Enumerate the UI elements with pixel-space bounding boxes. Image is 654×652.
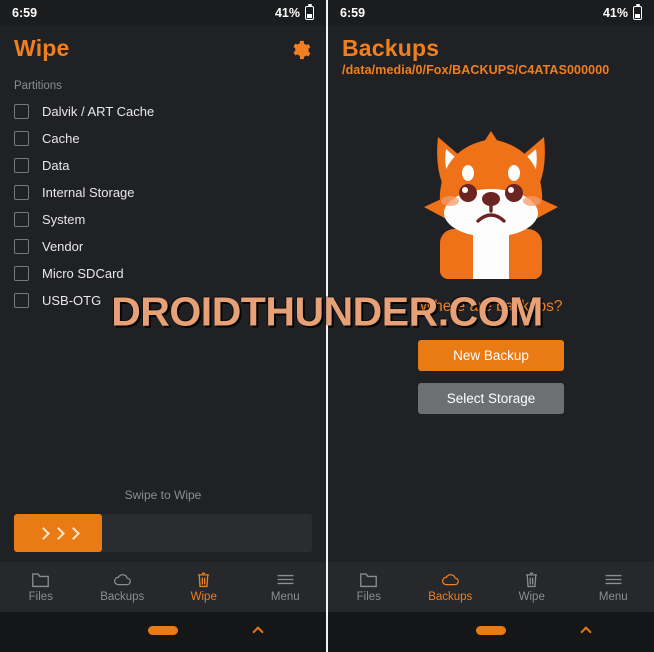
swipe-thumb-handle[interactable] (14, 514, 102, 552)
app-root: 6:59 41% Wipe Partitions Dalvik / ART Ca… (0, 0, 654, 652)
partition-label: Cache (42, 130, 80, 146)
partition-row[interactable]: USB-OTG (0, 287, 326, 314)
nav-item-backups[interactable]: Backups (82, 571, 164, 603)
nav-item-wipe[interactable]: Wipe (491, 571, 573, 603)
select-storage-button[interactable]: Select Storage (418, 382, 564, 414)
nav-item-files[interactable]: Files (328, 571, 410, 603)
home-pill-icon[interactable] (476, 626, 506, 635)
home-pill-icon[interactable] (148, 626, 178, 635)
nav-label: Wipe (190, 591, 217, 603)
backups-app-bar: Backups /data/media/0/Fox/BACKUPS/C4ATAS… (328, 26, 654, 89)
partition-label: USB-OTG (42, 292, 102, 308)
chevron-right-icon (66, 526, 80, 540)
sad-fox-mascot (424, 130, 558, 279)
nav-label: Wipe (518, 591, 545, 603)
backups-screen-panel: 6:59 41% Backups /data/media/0/Fox/BACKU… (328, 0, 654, 652)
nav-label: Backups (100, 591, 145, 603)
partition-row[interactable]: Vendor (0, 233, 326, 260)
left-spacer (0, 314, 326, 488)
partition-checkbox[interactable] (14, 157, 29, 173)
partition-row[interactable]: Cache (0, 125, 326, 152)
page-title: Backups (342, 35, 440, 61)
backup-path-label: /data/media/0/Fox/BACKUPS/C4ATAS000000 (342, 62, 610, 77)
nav-label: Menu (598, 591, 628, 603)
bottom-navigation: Files Backups Wipe Menu (328, 562, 654, 612)
folder-icon (360, 573, 378, 588)
cloud-icon (441, 574, 459, 586)
partitions-list: Dalvik / ART Cache Cache Data Internal S… (0, 96, 326, 314)
trash-icon (526, 572, 538, 588)
chevron-up-icon[interactable] (252, 626, 264, 638)
nav-item-wipe[interactable]: Wipe (163, 571, 245, 603)
nav-label: Files (28, 591, 53, 603)
partition-row[interactable]: Data (0, 152, 326, 179)
new-backup-button[interactable]: New Backup (418, 339, 564, 371)
nav-label: Files (356, 591, 381, 603)
gesture-bar (328, 612, 654, 652)
nav-item-menu[interactable]: Menu (245, 571, 327, 603)
status-bar-right: 41% (602, 3, 642, 20)
status-bar: 6:59 41% (328, 0, 654, 26)
swipe-to-wipe-label: Swipe to Wipe (124, 488, 202, 502)
partition-checkbox[interactable] (14, 238, 29, 254)
status-bar-time: 6:59 (340, 6, 366, 20)
partition-label: Data (42, 157, 70, 173)
chevron-up-icon[interactable] (580, 626, 592, 638)
partition-row[interactable]: System (0, 206, 326, 233)
cloud-icon (113, 574, 131, 586)
gear-icon[interactable] (290, 39, 312, 61)
battery-icon (305, 3, 314, 20)
status-bar-time: 6:59 (12, 6, 38, 20)
partition-label: Micro SDCard (42, 265, 124, 281)
partition-checkbox[interactable] (14, 265, 29, 281)
partition-label: Vendor (42, 238, 84, 254)
partition-checkbox[interactable] (14, 184, 29, 200)
battery-percent-label: 41% (602, 6, 628, 20)
chevron-right-icon (36, 526, 50, 540)
backups-header-text: Backups /data/media/0/Fox/BACKUPS/C4ATAS… (342, 35, 610, 77)
bottom-navigation: Files Backups Wipe Menu (0, 562, 326, 612)
hamburger-icon (277, 574, 294, 585)
backups-empty-state: Where are backups? New Backup Select Sto… (328, 89, 654, 562)
partition-label: Internal Storage (42, 184, 135, 200)
partition-row[interactable]: Internal Storage (0, 179, 326, 206)
nav-label: Backups (428, 591, 473, 603)
nav-item-files[interactable]: Files (0, 571, 82, 603)
partition-checkbox[interactable] (14, 292, 29, 308)
trash-icon (198, 572, 210, 588)
nav-item-menu[interactable]: Menu (573, 571, 654, 603)
battery-percent-label: 41% (274, 6, 300, 20)
battery-icon (633, 3, 642, 20)
empty-state-message: Where are backups? (419, 297, 563, 315)
folder-icon (32, 573, 50, 588)
partition-checkbox[interactable] (14, 103, 29, 119)
nav-item-backups[interactable]: Backups (410, 571, 492, 603)
gesture-bar (0, 612, 326, 652)
partition-label: System (42, 211, 86, 227)
partition-label: Dalvik / ART Cache (42, 103, 155, 119)
partition-row[interactable]: Micro SDCard (0, 260, 326, 287)
status-bar-right: 41% (274, 3, 314, 20)
partition-checkbox[interactable] (14, 130, 29, 146)
partition-checkbox[interactable] (14, 211, 29, 227)
chevron-right-icon (51, 526, 65, 540)
swipe-to-wipe-slider[interactable] (14, 514, 312, 552)
hamburger-icon (605, 574, 622, 585)
page-title: Wipe (14, 35, 70, 61)
wipe-app-bar: Wipe (0, 26, 326, 74)
wipe-screen-panel: 6:59 41% Wipe Partitions Dalvik / ART Ca… (0, 0, 326, 652)
partition-row[interactable]: Dalvik / ART Cache (0, 98, 326, 125)
nav-label: Menu (270, 591, 300, 603)
partitions-section-label: Partitions (14, 79, 62, 92)
swipe-to-wipe-area: Swipe to Wipe (0, 488, 326, 562)
status-bar: 6:59 41% (0, 0, 326, 26)
